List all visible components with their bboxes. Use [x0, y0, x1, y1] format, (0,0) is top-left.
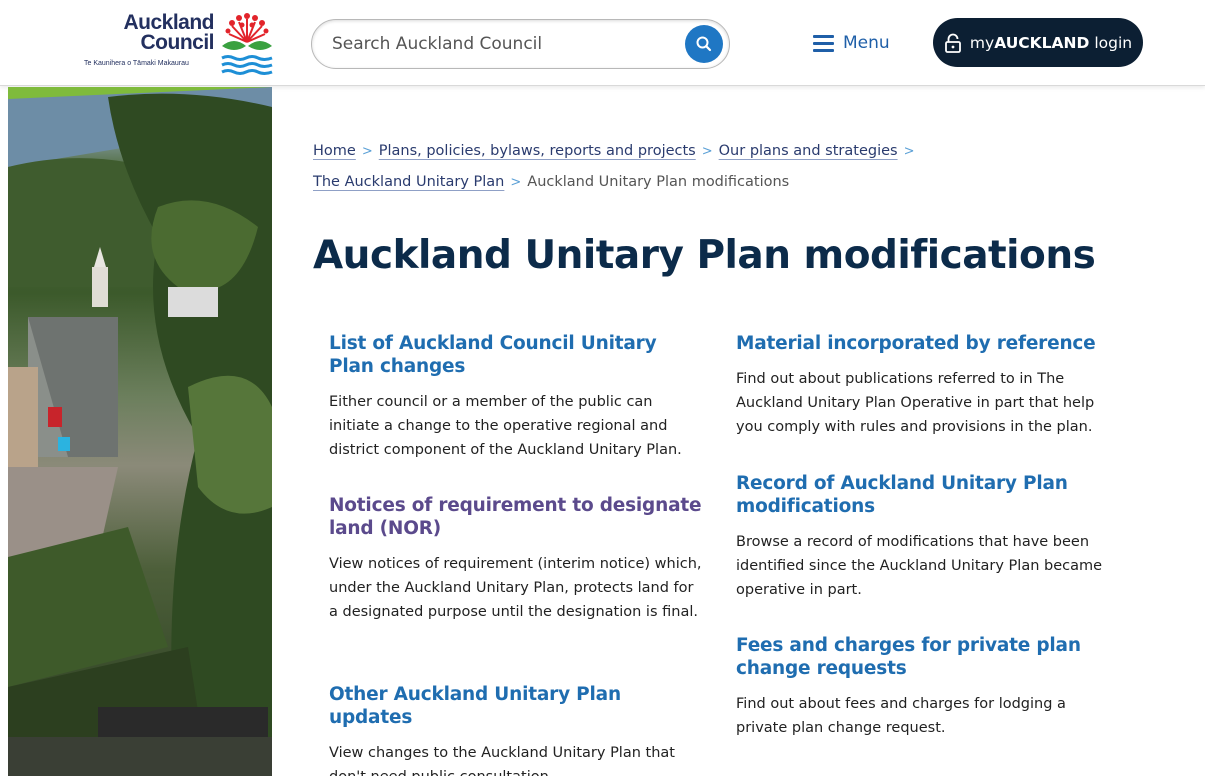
- search-input[interactable]: [332, 32, 672, 56]
- chevron-right-icon: >: [701, 144, 713, 159]
- card-title-link[interactable]: Fees and charges for private plan change…: [736, 634, 1111, 680]
- side-banner-image: [8, 87, 272, 776]
- link-card-record-of-modifications: Record of Auckland Unitary Plan modifica…: [736, 472, 1111, 602]
- site-header: Auckland Council Te Kaunihera o Tāmaki M…: [0, 0, 1205, 86]
- card-description: View changes to the Auckland Unitary Pla…: [329, 745, 675, 776]
- card-title-link[interactable]: Other Auckland Unitary Plan updates: [329, 683, 704, 729]
- card-title-link[interactable]: List of Auckland Council Unitary Plan ch…: [329, 332, 704, 378]
- breadcrumb: Home > Plans, policies, bylaws, reports an…: [313, 136, 1173, 198]
- card-description: Either council or a member of the public…: [329, 394, 682, 458]
- search-icon: [696, 36, 712, 52]
- breadcrumb-home-link[interactable]: Home: [313, 143, 356, 159]
- link-card-plan-changes: List of Auckland Council Unitary Plan ch…: [329, 332, 704, 462]
- search-box: [311, 19, 730, 69]
- card-title-link[interactable]: Notices of requirement to designate land…: [329, 494, 704, 540]
- card-description: Find out about publications referred to …: [736, 371, 1095, 435]
- chevron-right-icon: >: [361, 144, 373, 159]
- card-title-link[interactable]: Material incorporated by reference: [736, 332, 1111, 355]
- myauckland-login-button[interactable]: myAUCKLAND login: [933, 18, 1143, 67]
- breadcrumb-unitary-plan-link[interactable]: The Auckland Unitary Plan: [313, 174, 504, 190]
- pohutukawa-flower-icon: [221, 13, 273, 75]
- hamburger-icon: [813, 34, 834, 52]
- auckland-council-logo[interactable]: Auckland Council Te Kaunihera o Tāmaki M…: [84, 10, 274, 76]
- card-description: Find out about fees and charges for lodg…: [736, 696, 1066, 736]
- breadcrumb-plans-policies-link[interactable]: Plans, policies, bylaws, reports and pro…: [379, 143, 696, 159]
- login-suffix: login: [1094, 33, 1133, 52]
- chevron-right-icon: >: [903, 144, 915, 159]
- login-prefix: my: [969, 33, 995, 52]
- link-card-fees-and-charges: Fees and charges for private plan change…: [736, 634, 1111, 740]
- menu-label: Menu: [843, 33, 890, 53]
- logo-word-auckland: Auckland: [123, 11, 214, 34]
- page-title: Auckland Unitary Plan modifications: [313, 233, 1096, 278]
- login-brand: AUCKLAND: [994, 33, 1090, 52]
- logo-tagline: Te Kaunihera o Tāmaki Makaurau: [84, 60, 189, 67]
- menu-button[interactable]: Menu: [813, 30, 890, 56]
- link-card-other-updates: Other Auckland Unitary Plan updates View…: [329, 683, 704, 776]
- logo-word-council: Council: [140, 31, 215, 54]
- breadcrumb-current: Auckland Unitary Plan modifications: [527, 174, 790, 190]
- breadcrumb-plans-strategies-link[interactable]: Our plans and strategies: [719, 143, 898, 159]
- lock-icon: [945, 33, 961, 53]
- search-button[interactable]: [685, 25, 723, 63]
- chevron-right-icon: >: [510, 175, 522, 190]
- login-label: myAUCKLAND login: [970, 34, 1132, 52]
- card-description: View notices of requirement (interim not…: [329, 556, 702, 620]
- link-card-material-by-reference: Material incorporated by reference Find …: [736, 332, 1111, 439]
- card-description: Browse a record of modifications that ha…: [736, 534, 1103, 598]
- street-scene-illustration: [8, 87, 272, 776]
- card-title-link[interactable]: Record of Auckland Unitary Plan modifica…: [736, 472, 1111, 518]
- link-card-notices-of-requirement: Notices of requirement to designate land…: [329, 494, 704, 624]
